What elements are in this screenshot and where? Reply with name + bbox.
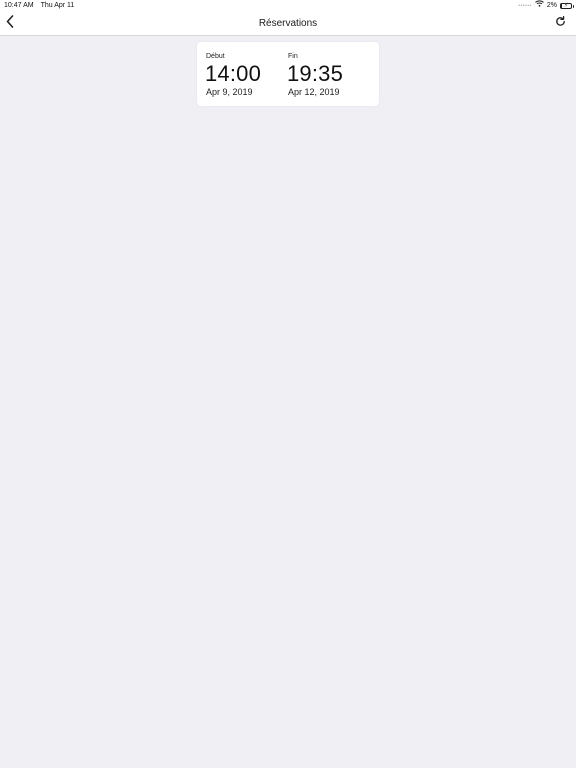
start-label: Début [206,53,225,60]
refresh-icon [555,14,566,32]
battery-percent: 2% [546,2,557,9]
status-left: 10:47 AM Thu Apr 11 [4,0,74,12]
start-date: Apr 9, 2019 [206,87,253,97]
page-title: Réservations [258,18,318,29]
reservation-card[interactable]: Début 14:00 Apr 9, 2019 Fin 19:35 Apr 12… [197,42,379,106]
navigation-bar: Réservations [0,12,576,36]
start-time: 14:00 [205,61,262,86]
end-time: 19:35 [287,61,344,86]
end-label: Fin [288,53,298,60]
charging-bolt-icon: ⚡ [564,3,569,9]
status-time: 10:47 AM [4,2,34,9]
status-right: •••••• 2% ⚡ [518,0,574,12]
status-date: Thu Apr 11 [40,2,75,9]
refresh-button[interactable] [553,14,567,32]
cellular-signal-icon: •••••• [518,3,532,9]
status-bar: 10:47 AM Thu Apr 11 •••••• 2% ⚡ [0,0,576,12]
end-date: Apr 12, 2019 [288,87,340,97]
wifi-icon [535,0,544,12]
battery-icon: ⚡ [560,3,574,9]
